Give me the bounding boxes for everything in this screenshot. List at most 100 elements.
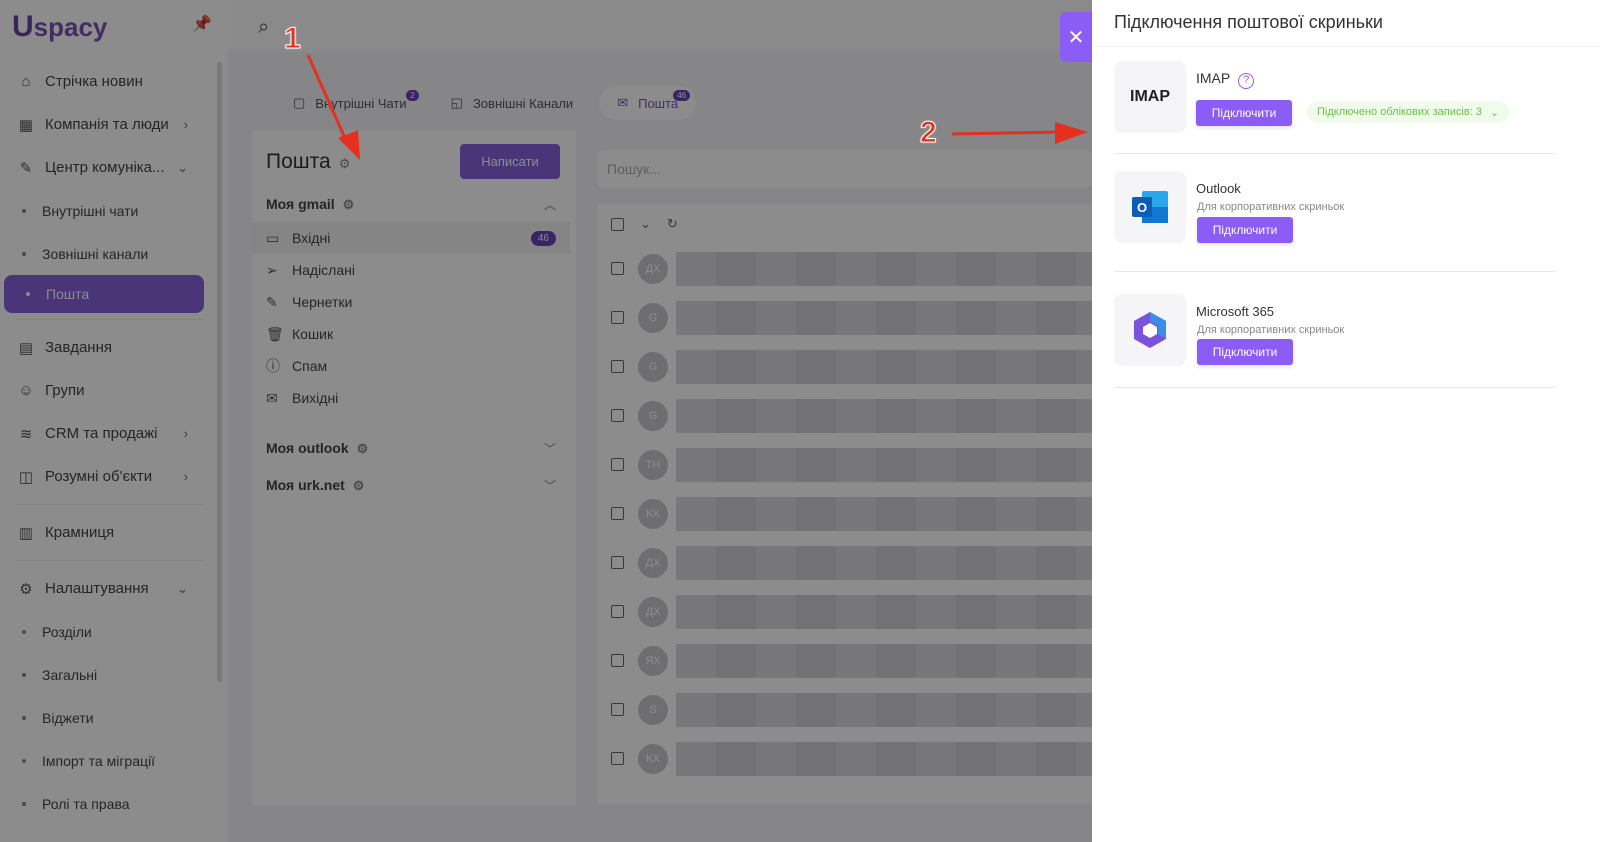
sidebar-item[interactable]: ✎ Центр комуніка... ⌄: [0, 146, 222, 189]
mail-folder[interactable]: ➢ Надіслані: [252, 254, 570, 286]
sidebar-item[interactable]: Внутрішні чати: [0, 189, 222, 232]
search-input[interactable]: Пошук...: [597, 150, 1092, 188]
avatar: ТН: [638, 449, 668, 480]
sidebar-item[interactable]: ▦ Компанія та люди ›: [0, 103, 222, 146]
row-checkbox[interactable]: [611, 654, 624, 667]
sidebar-item-label: Групи: [45, 382, 85, 399]
compose-button[interactable]: Написати: [460, 144, 560, 179]
sidebar-item-label: Центр комуніка...: [45, 159, 165, 176]
refresh-icon[interactable]: ↻: [667, 216, 678, 232]
logo[interactable]: Uspacy: [12, 10, 107, 44]
row-checkbox[interactable]: [611, 556, 624, 569]
connected-accounts-dropdown[interactable]: Підключено облікових записів: 3 ⌄: [1307, 101, 1510, 123]
sidebar-item[interactable]: ≋ CRM та продажі ›: [0, 412, 222, 455]
tab[interactable]: ✉ Пошта 46: [599, 86, 697, 120]
connect-button[interactable]: Підключити: [1196, 100, 1292, 126]
row-checkbox[interactable]: [611, 262, 624, 275]
mail-account[interactable]: Моя outlook ⚙ ﹀: [266, 440, 556, 457]
bullet: [22, 208, 26, 213]
chevron-icon: ﹀: [543, 479, 556, 493]
sidebar-item[interactable]: ⚙ Налаштування ⌄: [0, 567, 222, 610]
table-row[interactable]: G: [597, 391, 1092, 440]
avatar: S: [638, 694, 668, 725]
dimmed-app-backdrop[interactable]: Uspacy 📌 ⌂ Стрічка новин ▦ Компанія та люди…: [0, 0, 1092, 842]
inbox-icon: ▭: [266, 229, 280, 246]
sidebar-item-label: Загальні: [42, 666, 98, 683]
row-checkbox[interactable]: [611, 752, 624, 765]
gear-icon[interactable]: ⚙: [343, 197, 355, 212]
chevron-icon: ›: [183, 469, 188, 484]
gear-icon[interactable]: ⚙: [353, 478, 365, 493]
help-icon[interactable]: ?: [1238, 73, 1255, 89]
row-checkbox[interactable]: [611, 458, 624, 471]
table-row[interactable]: ЯХ: [597, 636, 1092, 685]
mail-folder[interactable]: 🗑 Кошик: [252, 318, 570, 350]
gear-icon[interactable]: ⚙: [339, 156, 351, 171]
sidebar-item[interactable]: Розділи: [0, 610, 222, 653]
sidebar-item-label: Розділи: [42, 623, 92, 640]
connect-button[interactable]: Підключити: [1197, 217, 1293, 243]
bullet: [22, 629, 26, 634]
row-checkbox[interactable]: [611, 507, 624, 520]
mail-account[interactable]: Моя gmail ⚙ ︿: [266, 196, 556, 213]
close-button[interactable]: ✕: [1060, 12, 1092, 62]
mail-account[interactable]: Моя urk.net ⚙ ﹀: [266, 477, 556, 494]
sidebar-item[interactable]: Пошта: [4, 275, 204, 313]
avatar: ДХ: [638, 596, 668, 627]
sidebar-item-label: Завдання: [45, 339, 112, 356]
row-checkbox[interactable]: [611, 311, 624, 324]
sidebar-item[interactable]: Загальні: [0, 653, 222, 696]
table-row[interactable]: ТН: [597, 440, 1092, 489]
channel-tabs: ▢ Внутрішні Чати 2 ◱ Зовнішні Канали ✉ Пошта 46: [275, 86, 697, 120]
mail-folder[interactable]: ✉ Вихідні: [252, 382, 570, 414]
row-checkbox[interactable]: [611, 605, 624, 618]
store-icon: ▥: [18, 524, 34, 542]
row-checkbox[interactable]: [611, 703, 624, 716]
tab[interactable]: ▢ Внутрішні Чати 2: [275, 86, 425, 120]
microsoft-365-logo: [1114, 294, 1186, 366]
table-row[interactable]: КХ: [597, 489, 1092, 538]
communication-icon: ✎: [19, 159, 33, 177]
mail-folder[interactable]: ⓘ Спам: [252, 350, 570, 382]
avatar: ЯХ: [638, 645, 668, 676]
chevron-icon: ﹀: [543, 442, 556, 456]
connect-mailbox-drawer: Підключення поштової скриньки IMAP IMAP?…: [1092, 0, 1600, 842]
tab[interactable]: ◱ Зовнішні Канали: [433, 86, 592, 120]
sidebar-item[interactable]: ⌂ Стрічка новин: [0, 60, 222, 103]
avatar: КХ: [638, 498, 668, 529]
blurred-message-preview: [676, 251, 1092, 286]
sidebar-item[interactable]: ▥ Крамниця: [0, 511, 222, 554]
table-row[interactable]: ДХ: [597, 244, 1092, 293]
avatar: G: [638, 302, 668, 333]
pin-icon[interactable]: 📌: [192, 14, 212, 34]
sidebar-item[interactable]: ☺ Групи: [0, 369, 222, 412]
row-checkbox[interactable]: [611, 360, 624, 373]
sidebar-item[interactable]: Віджети: [0, 696, 222, 739]
bullet: [22, 251, 26, 256]
sidebar-item[interactable]: ▤ Завдання: [0, 326, 222, 369]
chevron-down-icon[interactable]: ⌄: [640, 216, 651, 232]
search-icon[interactable]: ⌕: [258, 16, 269, 39]
chevron-down-icon: ⌄: [1489, 106, 1500, 119]
select-all-checkbox[interactable]: [611, 217, 624, 231]
table-row[interactable]: G: [597, 293, 1092, 342]
connect-button[interactable]: Підключити: [1197, 339, 1293, 365]
sidebar-item[interactable]: Імпорт та міграції: [0, 739, 222, 782]
mail-folder[interactable]: ✎ Чернетки: [252, 286, 570, 318]
chevron-icon: ⌄: [177, 580, 188, 596]
table-row[interactable]: ДХ: [597, 538, 1092, 587]
table-row[interactable]: КХ: [597, 734, 1092, 783]
table-row[interactable]: ДХ: [597, 587, 1092, 636]
mail-folder[interactable]: ▭ Вхідні 46: [252, 222, 570, 254]
sidebar-item[interactable]: Зовнішні канали: [0, 232, 222, 275]
blurred-message-preview: [676, 349, 1092, 384]
row-checkbox[interactable]: [611, 409, 624, 422]
sidebar-item[interactable]: ◫ Розумні об'єкти ›: [0, 455, 222, 498]
sidebar-nav: ⌂ Стрічка новин ▦ Компанія та люди › ✎ Центр к…: [0, 60, 222, 825]
building-icon: ▦: [18, 116, 34, 134]
table-row[interactable]: S: [597, 685, 1092, 734]
table-row[interactable]: G: [597, 342, 1092, 391]
sidebar-scrollbar[interactable]: [217, 62, 222, 682]
gear-icon[interactable]: ⚙: [357, 441, 369, 456]
sidebar-item[interactable]: Ролі та права: [0, 782, 222, 825]
